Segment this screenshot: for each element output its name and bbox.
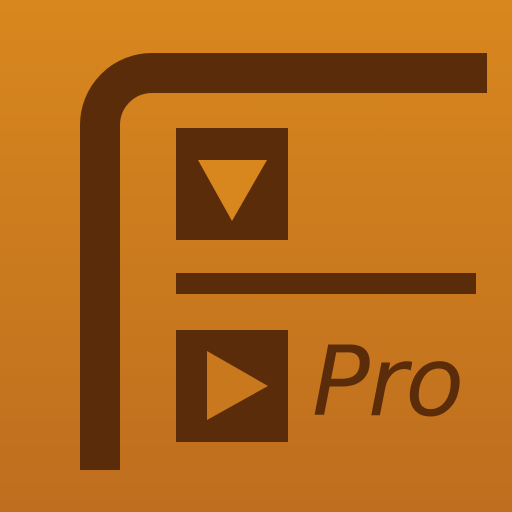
- expand-toggle-button: [176, 330, 288, 442]
- divider-line: [176, 273, 476, 294]
- collapse-toggle-button: [176, 128, 288, 240]
- pro-label: Pro: [312, 326, 464, 438]
